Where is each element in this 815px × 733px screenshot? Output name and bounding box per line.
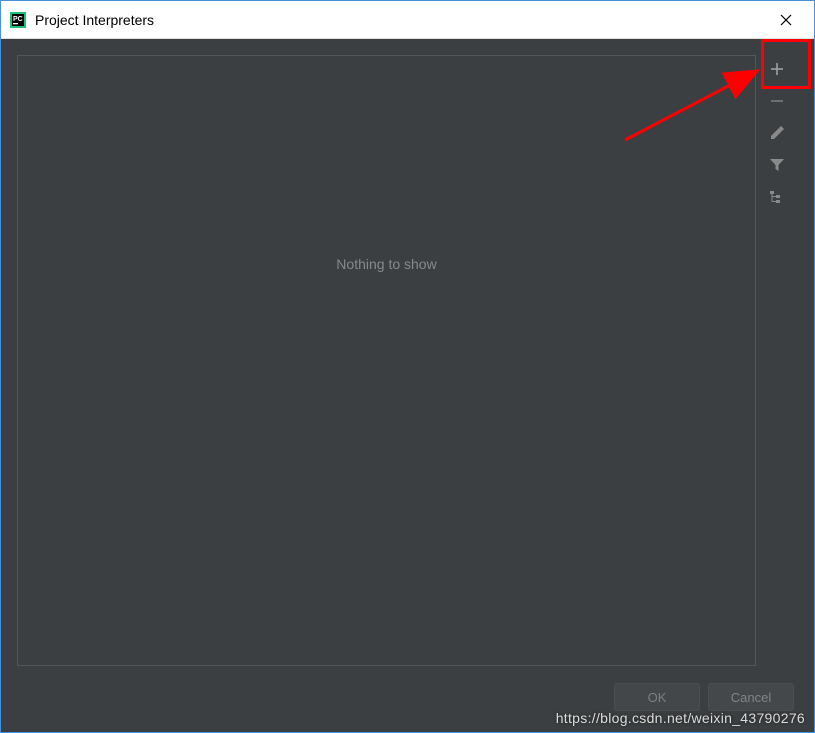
remove-button[interactable] <box>763 89 791 117</box>
minus-icon <box>769 93 785 114</box>
tree-button[interactable] <box>763 185 791 213</box>
tree-icon <box>769 189 785 210</box>
watermark-text: https://blog.csdn.net/weixin_43790276 <box>556 710 805 726</box>
plus-icon <box>769 61 785 82</box>
main-panel: Nothing to show <box>17 55 798 666</box>
pycharm-icon: PC <box>9 11 27 29</box>
svg-text:PC: PC <box>13 16 23 23</box>
empty-state-text: Nothing to show <box>336 256 436 272</box>
cancel-button[interactable]: Cancel <box>708 683 794 711</box>
ok-button[interactable]: OK <box>614 683 700 711</box>
edit-button[interactable] <box>763 121 791 149</box>
side-toolbar <box>756 55 798 666</box>
window-title: Project Interpreters <box>35 12 766 28</box>
filter-button[interactable] <box>763 153 791 181</box>
funnel-icon <box>769 157 785 178</box>
add-button[interactable] <box>763 57 791 85</box>
dialog-window: PC Project Interpreters Nothing to show <box>0 0 815 733</box>
dialog-footer: OK Cancel <box>17 666 798 716</box>
titlebar: PC Project Interpreters <box>1 1 814 39</box>
close-button[interactable] <box>766 5 806 35</box>
ok-button-label: OK <box>648 690 667 705</box>
cancel-button-label: Cancel <box>731 690 771 705</box>
content-area: Nothing to show <box>1 39 814 732</box>
interpreters-list[interactable]: Nothing to show <box>17 55 756 666</box>
pencil-icon <box>769 125 785 146</box>
